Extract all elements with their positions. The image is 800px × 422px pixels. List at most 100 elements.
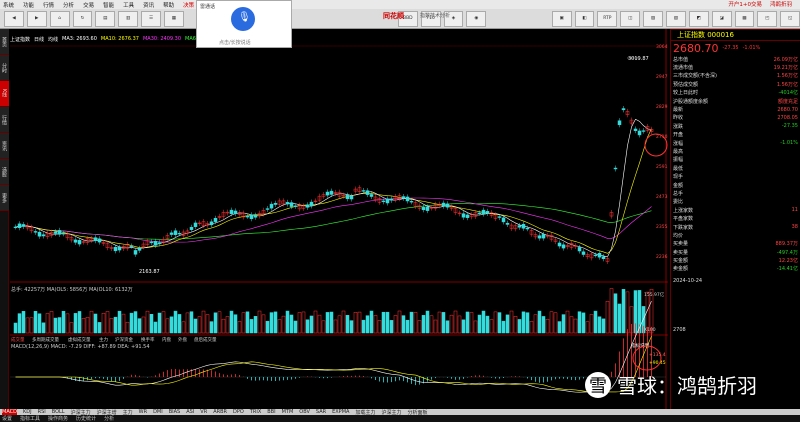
menu-analysis[interactable]: 分析 xyxy=(63,1,74,9)
quote-row-label: 上涨家数 xyxy=(673,207,694,214)
sub-tab[interactable]: 盘后成交量 xyxy=(194,336,217,343)
tool-button-g[interactable]: ▧ xyxy=(665,10,686,27)
quote-row: 较上日此时 -4014亿 xyxy=(671,89,800,97)
menu-decision[interactable]: 决策 xyxy=(183,1,194,9)
quote-row-label: 总手 xyxy=(673,190,684,197)
username[interactable]: 鸿鹄折羽 xyxy=(770,0,792,8)
sub-tab[interactable]: 外盘 xyxy=(178,336,187,343)
menu-help[interactable]: 帮助 xyxy=(163,1,174,9)
volume-bar xyxy=(429,315,434,334)
quote-row: 上涨家数 11 xyxy=(671,206,800,214)
volume-bar xyxy=(609,288,614,334)
quote-row-label: 涨幅 xyxy=(673,140,684,147)
refresh-button[interactable]: ↻ xyxy=(72,10,93,27)
quote-row-label: 买卖量 xyxy=(673,241,689,248)
indicator-tab[interactable]: MTM xyxy=(282,409,294,415)
list-button[interactable]: ☰ xyxy=(141,10,161,27)
tab-kline[interactable]: K线 xyxy=(0,81,9,107)
volume-bar xyxy=(73,313,78,334)
tab-quote[interactable]: 行情 xyxy=(0,107,9,133)
volume-bar xyxy=(469,312,474,334)
indicator-tab[interactable]: TRIX xyxy=(250,409,261,415)
indicator-tab[interactable]: BIAS xyxy=(169,409,181,415)
indicator-tab[interactable]: 沪深主力 xyxy=(381,409,401,416)
indicator-tab[interactable]: BBI xyxy=(267,409,275,415)
indicator-tab[interactable]: OBV xyxy=(299,409,310,415)
indicator-tab[interactable]: 加载主力 xyxy=(355,409,375,416)
menu-trade[interactable]: 交易 xyxy=(83,1,94,9)
candle-body xyxy=(133,250,138,255)
bottom-tab[interactable]: 设置 xyxy=(2,415,12,422)
candle-body xyxy=(561,244,566,249)
kline-button[interactable]: ▥ xyxy=(118,10,139,27)
tool-button-i[interactable]: ◪ xyxy=(711,10,732,27)
chart-button[interactable]: ▤ xyxy=(95,10,116,27)
candle-body xyxy=(305,204,310,208)
home-button[interactable]: ⌂ xyxy=(49,10,70,27)
tab-screener[interactable]: 选股 xyxy=(0,159,9,185)
tool-button-d[interactable]: ◧ xyxy=(574,10,595,27)
menu-tools[interactable]: 工具 xyxy=(123,1,134,9)
quote-row-label: 涨跌 xyxy=(673,123,684,130)
kline-chart[interactable]: 30642947282927102591247323552236 3019.87… xyxy=(10,29,668,409)
snowball-logo: 雪 xyxy=(585,371,611,398)
tab-more[interactable]: 更多 xyxy=(0,185,9,211)
quote-row-value: 11 xyxy=(791,207,798,214)
indicator-tab[interactable]: 主力 xyxy=(123,409,133,416)
volume-bar xyxy=(233,314,238,334)
volume-bar xyxy=(537,310,542,334)
menu-quotes[interactable]: 行情 xyxy=(43,1,54,9)
tool-button-e[interactable]: ◫ xyxy=(620,10,641,27)
bottom-tab[interactable]: 指标工具 xyxy=(20,415,40,422)
tab-timeshare[interactable]: 分时 xyxy=(0,55,9,81)
indicator-tab[interactable]: 分析面板 xyxy=(407,409,427,416)
sub-tab[interactable]: 主力 xyxy=(99,336,108,343)
tool-button-f[interactable]: ▨ xyxy=(643,10,663,27)
menu-system[interactable]: 系统 xyxy=(3,1,14,9)
bottom-tab[interactable]: 历史统计 xyxy=(76,415,96,422)
tool-button-j[interactable]: ▩ xyxy=(734,10,755,27)
tab-news[interactable]: 资讯 xyxy=(0,133,9,159)
tool-button-k[interactable]: ◰ xyxy=(757,10,778,27)
tab-home[interactable]: 首页 xyxy=(0,29,9,55)
volume-bar xyxy=(533,314,538,334)
volume-bar xyxy=(289,314,294,334)
indicator-tab[interactable]: DMI xyxy=(153,409,163,415)
volume-bar xyxy=(497,312,502,334)
volume-bar xyxy=(137,318,142,334)
sub-tab[interactable]: 内盘 xyxy=(162,336,171,343)
back-button[interactable]: ◀ xyxy=(4,10,24,27)
indicator-tab[interactable]: EXPMA xyxy=(332,409,349,415)
sub-tab[interactable]: 换手率 xyxy=(141,336,155,343)
quote-row-value: -14.41亿 xyxy=(776,266,798,273)
sub-tab[interactable]: 成交量 xyxy=(11,336,25,343)
vol-value-row: 2708 xyxy=(671,326,800,334)
menu-smart[interactable]: 智能 xyxy=(103,1,114,9)
indicator-tab[interactable]: ASI xyxy=(186,409,194,415)
candle-body xyxy=(517,225,522,228)
bottom-tab[interactable]: 分析 xyxy=(104,415,114,422)
indicator-tab[interactable]: WR xyxy=(139,409,147,415)
tool-button-h[interactable]: ◩ xyxy=(688,10,709,27)
indicator-tab[interactable]: DPO xyxy=(233,409,244,415)
volume-bars xyxy=(13,288,654,334)
sub-tab[interactable]: 虚拟成交量 xyxy=(68,336,91,343)
menu-news[interactable]: 资讯 xyxy=(143,1,154,9)
indicator-tab[interactable]: ARBR xyxy=(213,409,227,415)
rtp-button[interactable]: RTP xyxy=(597,10,618,27)
open-account-link[interactable]: 开户1+0交易 xyxy=(728,0,762,8)
indicator-tab[interactable]: SAR xyxy=(316,409,326,415)
volume-bar xyxy=(13,322,18,334)
grid-button[interactable]: ▦ xyxy=(163,10,184,27)
tool-button-l[interactable]: ◱ xyxy=(780,10,800,27)
mic-button[interactable]: 🎙 xyxy=(231,7,255,31)
sub-tab[interactable]: 多周期成交量 xyxy=(32,336,59,343)
sub-tab[interactable]: 沪深资金 xyxy=(115,336,133,343)
tool-button-b[interactable]: ◉ xyxy=(466,10,487,27)
tool-button-c[interactable]: ▣ xyxy=(551,10,572,27)
indicator-tab[interactable]: VR xyxy=(200,409,207,415)
bottom-tab[interactable]: 操作商务 xyxy=(48,415,68,422)
menu-function[interactable]: 功能 xyxy=(23,1,34,9)
volume-bar xyxy=(525,312,530,334)
forward-button[interactable]: ▶ xyxy=(26,10,47,27)
